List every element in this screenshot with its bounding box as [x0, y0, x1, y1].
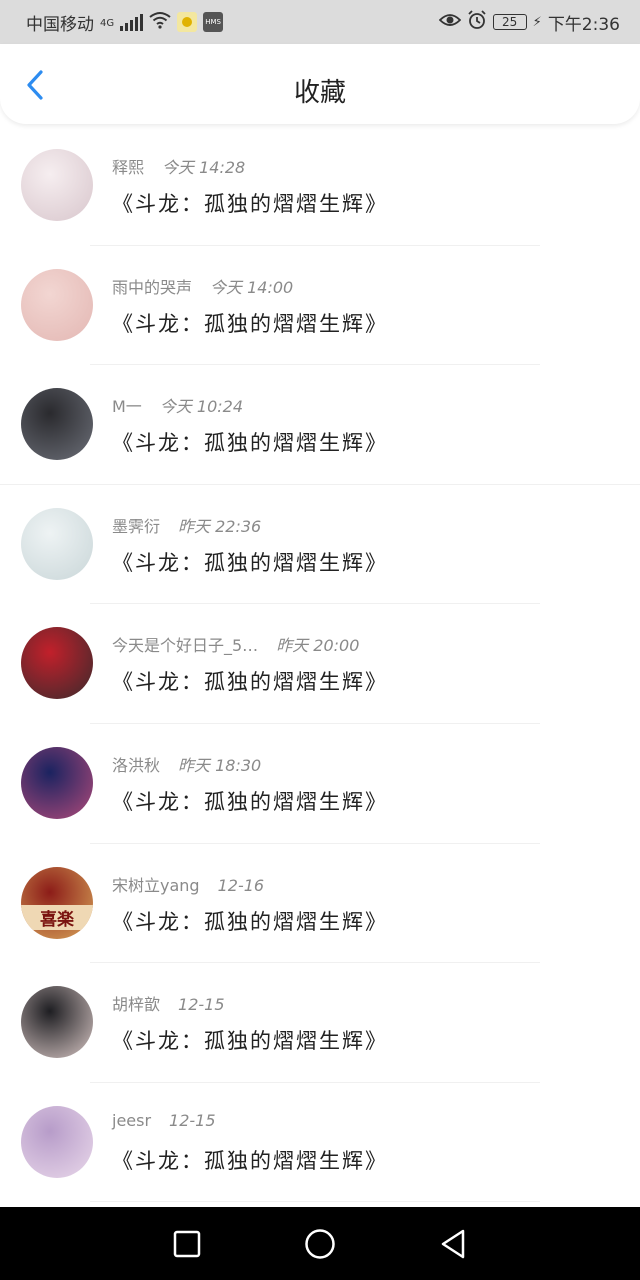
avatar[interactable]	[21, 149, 93, 221]
divider	[90, 1201, 540, 1203]
user-name[interactable]: 洛洪秋	[112, 756, 160, 775]
status-bar: 中国移动 4G HMS 25 ⚡ 下午2:36	[0, 0, 640, 44]
favorited-title[interactable]: 《斗龙：孤独的熠熠生辉》	[112, 906, 388, 936]
avatar[interactable]	[21, 388, 93, 461]
favorited-title[interactable]: 《斗龙：孤独的熠熠生辉》	[112, 1145, 388, 1175]
eye-icon	[438, 12, 461, 33]
timestamp: 昨天 18:30	[178, 755, 262, 775]
item-meta: 宋树立yang 12-16	[112, 872, 264, 896]
item-meta: 今天是个好日子_5… 昨天 20:00	[112, 632, 359, 656]
favorited-title[interactable]: 《斗龙：孤独的熠熠生辉》	[112, 308, 388, 338]
avatar[interactable]	[21, 507, 93, 580]
item-meta: 释熙 今天 14:28	[112, 154, 245, 178]
user-name[interactable]: 宋树立yang	[112, 876, 200, 895]
item-meta: 墨霁衍 昨天 22:36	[112, 513, 261, 537]
favorite-item[interactable]: 今天是个好日子_5… 昨天 20:00 《斗龙：孤独的熠熠生辉》	[0, 604, 640, 724]
timestamp: 今天 10:24	[159, 397, 244, 417]
timestamp: 今天 14:28	[162, 158, 246, 177]
hms-icon: HMS	[203, 12, 224, 32]
favorite-item[interactable]: 喜楽 宋树立yang 12-16 《斗龙：孤独的熠熠生辉》	[0, 844, 640, 964]
timestamp: 12-15	[169, 1110, 216, 1130]
page-title: 收藏	[293, 78, 346, 108]
user-name[interactable]: M一	[112, 397, 142, 416]
item-meta: M一 今天 10:24	[112, 393, 243, 417]
timestamp: 12-16	[217, 875, 265, 895]
item-meta: 洛洪秋 昨天 18:30	[112, 752, 261, 776]
avatar[interactable]	[21, 268, 93, 341]
favorite-item[interactable]: 雨中的哭声 今天 14:00 《斗龙：孤独的熠熠生辉》	[0, 246, 640, 366]
avatar[interactable]	[21, 986, 93, 1059]
avatar[interactable]	[21, 627, 93, 700]
alarm-icon	[467, 9, 487, 35]
favorite-item[interactable]: 胡梓歆 12-15 《斗龙：孤独的熠熠生辉》	[0, 963, 640, 1083]
favorited-title[interactable]: 《斗龙：孤独的熠熠生辉》	[112, 666, 388, 696]
user-name[interactable]: 墨霁衍	[112, 517, 160, 536]
user-name[interactable]: 胡梓歆	[112, 995, 160, 1014]
status-right: 25 ⚡ 下午2:36	[438, 9, 620, 35]
favorites-list: 释熙 今天 14:28 《斗龙：孤独的熠熠生辉》 雨中的哭声 今天 14:00 《斗龙：孤…	[0, 126, 640, 1203]
user-name[interactable]: 今天是个好日子_5…	[112, 636, 258, 655]
item-meta: 胡梓歆 12-15	[112, 991, 225, 1015]
timestamp: 昨天 20:00	[276, 636, 360, 656]
navigation-bar: 收藏	[0, 44, 640, 124]
avatar-text: 喜楽	[21, 904, 93, 930]
back-nav-button[interactable]	[431, 1222, 475, 1266]
avatar[interactable]	[21, 1105, 93, 1178]
favorite-item[interactable]: 释熙 今天 14:28 《斗龙：孤独的熠熠生辉》	[0, 126, 640, 246]
carrier-name: 中国移动	[26, 14, 94, 35]
circle-icon	[305, 1228, 335, 1259]
network-type: 4G	[100, 17, 115, 29]
charging-icon: ⚡	[532, 14, 542, 30]
user-name[interactable]: jeesr	[112, 1111, 151, 1130]
item-meta: 雨中的哭声 今天 14:00	[112, 274, 293, 298]
favorite-item[interactable]: 洛洪秋 昨天 18:30 《斗龙：孤独的熠熠生辉》	[0, 724, 640, 844]
status-left: 中国移动 4G HMS	[26, 10, 224, 35]
avatar[interactable]: 喜楽	[21, 866, 93, 939]
user-name[interactable]: 释熙	[112, 158, 144, 177]
wifi-icon	[149, 11, 171, 34]
favorite-item[interactable]: M一 今天 10:24 《斗龙：孤独的熠熠生辉》	[0, 365, 640, 485]
favorited-title[interactable]: 《斗龙：孤独的熠熠生辉》	[112, 1025, 388, 1055]
timestamp: 昨天 22:36	[178, 516, 262, 536]
triangle-back-icon	[442, 1229, 465, 1258]
timestamp: 今天 14:00	[210, 277, 294, 297]
signal-icon	[120, 13, 144, 31]
battery-icon: 25	[492, 14, 527, 30]
user-name[interactable]: 雨中的哭声	[112, 278, 192, 297]
favorite-item[interactable]: 墨霁衍 昨天 22:36 《斗龙：孤独的熠熠生辉》	[0, 485, 640, 605]
clock: 下午2:36	[547, 14, 620, 35]
favorited-title[interactable]: 《斗龙：孤独的熠熠生辉》	[112, 786, 388, 816]
recents-button[interactable]	[165, 1222, 209, 1266]
favorited-title[interactable]: 《斗龙：孤独的熠熠生辉》	[112, 427, 388, 457]
app-badge-icon	[177, 12, 198, 32]
favorite-item[interactable]: jeesr 12-15 《斗龙：孤独的熠熠生辉》	[0, 1083, 640, 1203]
favorited-title[interactable]: 《斗龙：孤独的熠熠生辉》	[112, 188, 388, 218]
avatar[interactable]	[21, 746, 93, 819]
home-button[interactable]	[298, 1222, 342, 1266]
square-icon	[173, 1230, 200, 1257]
system-navigation-bar	[0, 1207, 640, 1280]
item-meta: jeesr 12-15	[112, 1111, 216, 1130]
timestamp: 12-15	[178, 995, 225, 1015]
favorited-title[interactable]: 《斗龙：孤独的熠熠生辉》	[112, 547, 388, 577]
